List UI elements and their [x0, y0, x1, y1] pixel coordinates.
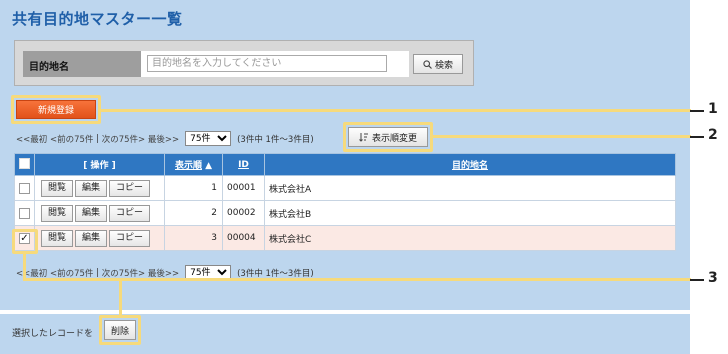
pager-first-link[interactable]: <<最初	[16, 133, 47, 145]
callout-connector-2	[433, 135, 691, 138]
per-page-select[interactable]: 75件	[185, 131, 232, 146]
header-order[interactable]: 表示順 ▲	[164, 153, 223, 176]
row-order: 3	[164, 225, 223, 251]
row-select-cell	[14, 200, 35, 226]
callout-connector-3b	[23, 278, 691, 281]
selected-records-text: 選択したレコードを	[12, 329, 94, 339]
row-id: 00001	[222, 175, 265, 201]
pager-last-link[interactable]: 最後>>	[148, 133, 179, 145]
row-checkbox[interactable]	[19, 207, 30, 219]
pager-top: <<最初 <前の75件 | 次の75件> 最後>> 75件 (3件中 1件〜3件…	[16, 131, 314, 146]
row-name: 株式会社B	[264, 200, 676, 226]
row-order: 1	[164, 175, 223, 201]
pager-range: (3件中 1件〜3件目)	[237, 268, 314, 279]
sort-icon	[359, 133, 368, 142]
search-icon	[423, 59, 432, 69]
callout-connector-3c	[119, 278, 122, 316]
row-actions: 閲覧 編集 コピー	[34, 225, 165, 251]
callout-number-3: 3	[708, 270, 718, 286]
row-order: 2	[164, 200, 223, 226]
select-all-checkbox[interactable]	[19, 157, 30, 169]
search-box: 目的地名 検索	[14, 40, 474, 86]
search-input[interactable]	[147, 55, 387, 72]
copy-button[interactable]: コピー	[109, 229, 151, 247]
callout-number-2: 2	[708, 127, 718, 143]
callout-connector-3a	[23, 254, 26, 280]
new-register-button[interactable]: 新規登録	[16, 100, 96, 119]
row-id: 00002	[222, 200, 265, 226]
callout-number-1: 1	[708, 101, 718, 117]
edit-button[interactable]: 編集	[75, 204, 108, 222]
view-button[interactable]: 閲覧	[41, 204, 74, 222]
header-id-label: ID	[238, 159, 249, 170]
search-button[interactable]: 検索	[413, 54, 463, 74]
header-action: [ 操作 ]	[34, 153, 165, 176]
row-actions: 閲覧 編集 コピー	[34, 175, 165, 201]
pager-prev-link[interactable]: <前の75件	[50, 133, 93, 145]
search-label: 目的地名	[23, 51, 141, 77]
edit-button[interactable]: 編集	[75, 229, 108, 247]
row-name: 株式会社A	[264, 175, 676, 201]
row-checkbox[interactable]	[19, 182, 30, 194]
row-checkbox-checked[interactable]: ✓	[19, 232, 30, 244]
header-id[interactable]: ID	[222, 153, 265, 176]
header-name[interactable]: 目的地名	[264, 153, 676, 176]
row-select-cell: ✓	[14, 225, 35, 251]
pager-range: (3件中 1件〜3件目)	[237, 134, 314, 145]
table-row: 閲覧 編集 コピー 2 00002 株式会社B	[14, 200, 676, 226]
pager-first-link[interactable]: <<最初	[16, 267, 47, 279]
row-select-cell	[14, 175, 35, 201]
table-row: 閲覧 編集 コピー 1 00001 株式会社A	[14, 175, 676, 201]
edit-button[interactable]: 編集	[75, 179, 108, 197]
callout-line-2	[690, 136, 704, 138]
header-order-label: 表示順	[174, 161, 202, 171]
header-select-all[interactable]	[14, 153, 35, 176]
pager-next-link[interactable]: 次の75件>	[102, 133, 145, 145]
row-actions: 閲覧 編集 コピー	[34, 200, 165, 226]
pager-last-link[interactable]: 最後>>	[148, 267, 179, 279]
callout-line-1	[690, 110, 704, 112]
search-field-cell	[141, 51, 409, 77]
search-button-label: 検索	[434, 60, 453, 71]
copy-button[interactable]: コピー	[109, 204, 151, 222]
sort-asc-icon: ▲	[205, 161, 213, 171]
page-title: 共有目的地マスター一覧	[12, 10, 183, 28]
sort-order-button[interactable]: 表示順変更	[348, 127, 428, 147]
table-row: ✓ 閲覧 編集 コピー 3 00004 株式会社C	[14, 225, 676, 251]
callout-line-3	[690, 279, 704, 281]
pager-prev-link[interactable]: <前の75件	[50, 267, 93, 279]
delete-button[interactable]: 削除	[104, 320, 136, 340]
row-id: 00004	[222, 225, 265, 251]
view-button[interactable]: 閲覧	[41, 229, 74, 247]
view-button[interactable]: 閲覧	[41, 179, 74, 197]
row-name: 株式会社C	[264, 225, 676, 251]
header-name-label: 目的地名	[451, 161, 488, 171]
sort-button-label: 表示順変更	[371, 133, 417, 144]
copy-button[interactable]: コピー	[109, 179, 151, 197]
destination-table: [ 操作 ] 表示順 ▲ ID 目的地名 閲覧 編集 コピー 1 00001 株式会…	[14, 153, 676, 251]
pager-separator: |	[96, 133, 99, 144]
pager-next-link[interactable]: 次の75件>	[102, 267, 145, 279]
table-header-row: [ 操作 ] 表示順 ▲ ID 目的地名	[14, 153, 676, 176]
callout-connector-1	[101, 109, 691, 112]
pager-separator: |	[96, 267, 99, 278]
